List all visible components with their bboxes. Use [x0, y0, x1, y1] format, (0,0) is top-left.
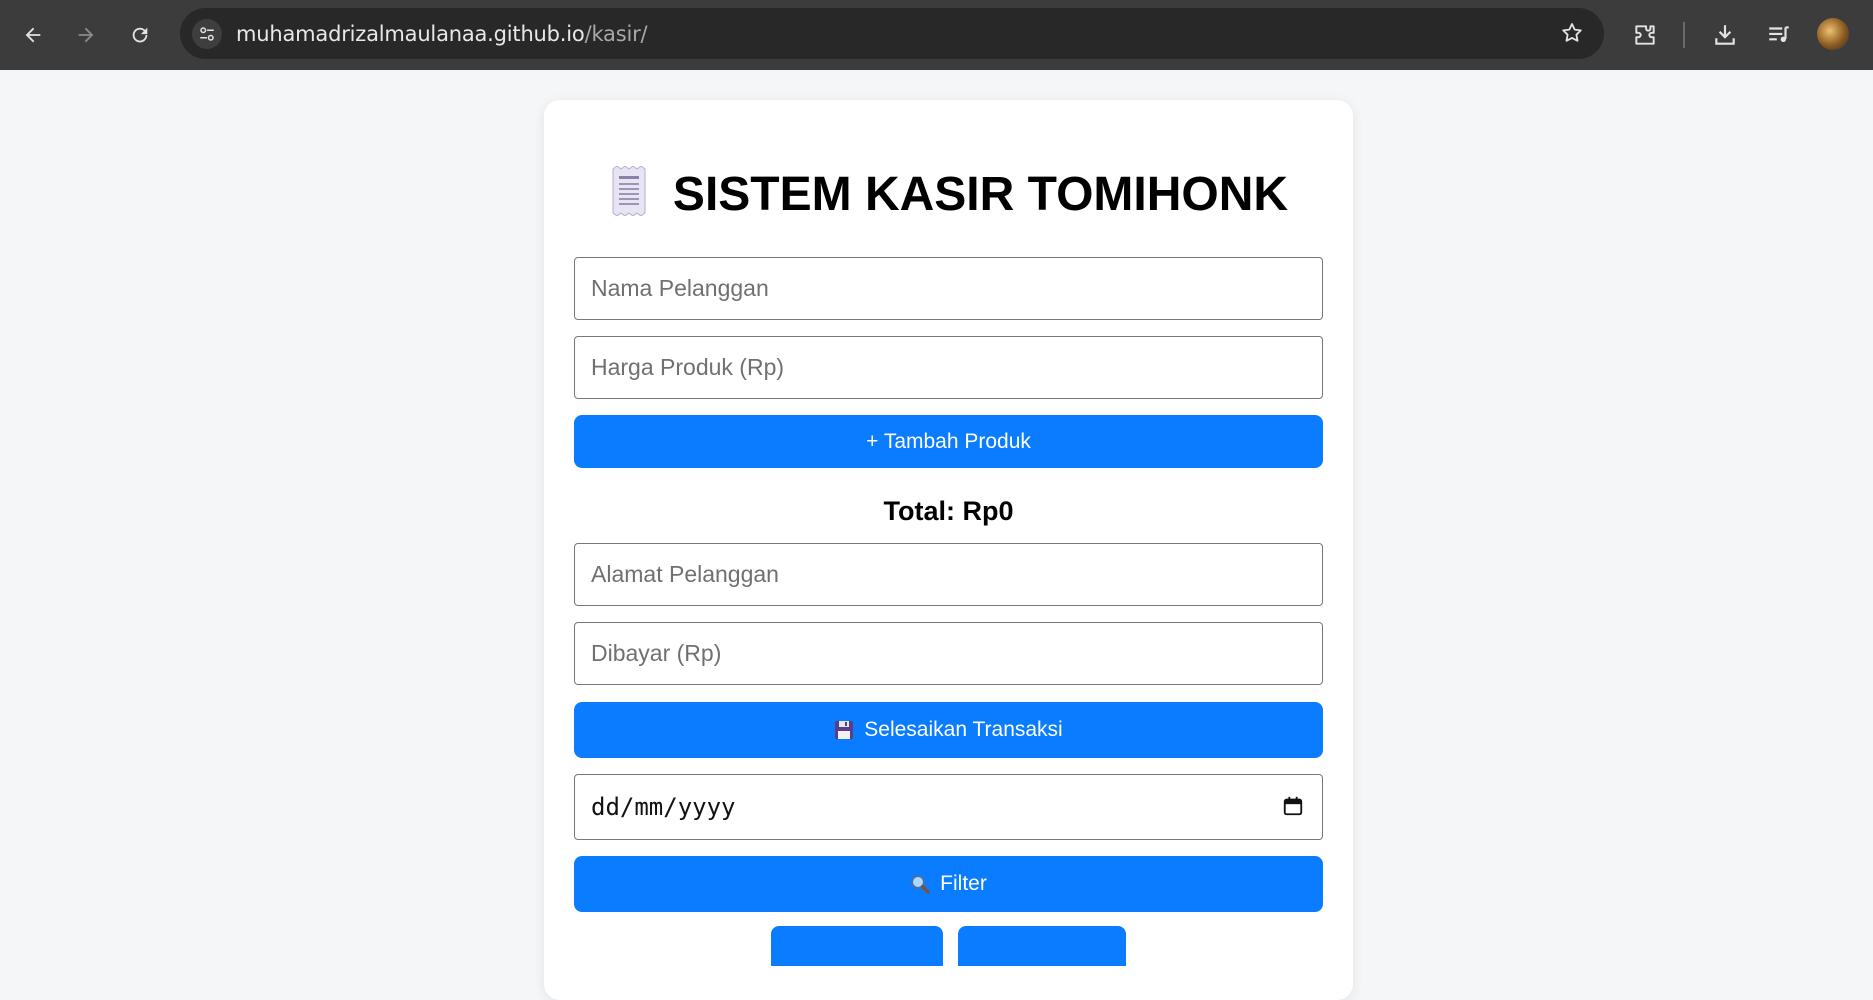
floppy-disk-icon [834, 720, 854, 740]
browser-toolbar: muhamadrizalmaulanaa.github.io/kasir/ [0, 0, 1873, 70]
receipt-icon [609, 165, 649, 228]
page-title-text: SISTEM KASIR TOMIHONK [672, 168, 1289, 221]
finish-transaction-label: Selesaikan Transaksi [864, 718, 1063, 741]
calendar-icon[interactable] [1282, 795, 1304, 822]
export-button-right[interactable] [958, 926, 1126, 966]
date-filter-input[interactable]: dd/mm/yyyy [574, 774, 1323, 840]
total-display: Total: Rp0 [883, 496, 1014, 526]
bookmark-star-icon[interactable] [1560, 21, 1584, 50]
url-path: /kasir/ [584, 22, 648, 46]
cashier-card: SISTEM KASIR TOMIHONK + Tambah Produk To… [544, 100, 1353, 1000]
filter-button[interactable]: Filter [574, 856, 1323, 912]
customer-address-input[interactable] [574, 543, 1323, 606]
finish-transaction-button[interactable]: Selesaikan Transaksi [574, 702, 1323, 758]
export-button-left[interactable] [771, 926, 943, 966]
media-controls-icon[interactable] [1762, 18, 1796, 52]
forward-arrow-icon[interactable] [70, 19, 102, 51]
product-price-input[interactable] [574, 336, 1323, 399]
download-icon[interactable] [1708, 18, 1742, 52]
url-host: muhamadrizalmaulanaa.github.io [236, 22, 585, 46]
date-format-text: dd/mm/yyyy [591, 793, 736, 821]
customer-name-input[interactable] [574, 257, 1323, 320]
profile-avatar[interactable] [1817, 18, 1849, 50]
reload-icon[interactable] [124, 19, 156, 51]
site-settings-icon[interactable] [192, 19, 222, 49]
page-title: SISTEM KASIR TOMIHONK [544, 165, 1353, 228]
paid-amount-input[interactable] [574, 622, 1323, 685]
add-product-button[interactable]: + Tambah Produk [574, 415, 1323, 468]
address-bar[interactable]: muhamadrizalmaulanaa.github.io/kasir/ [180, 8, 1604, 59]
extensions-icon[interactable] [1628, 18, 1662, 52]
magnifier-icon [910, 874, 930, 894]
back-arrow-icon[interactable] [17, 19, 49, 51]
toolbar-divider [1683, 22, 1685, 48]
add-product-label: + Tambah Produk [866, 429, 1031, 453]
url-text[interactable]: muhamadrizalmaulanaa.github.io/kasir/ [236, 22, 648, 46]
filter-label: Filter [940, 872, 987, 895]
